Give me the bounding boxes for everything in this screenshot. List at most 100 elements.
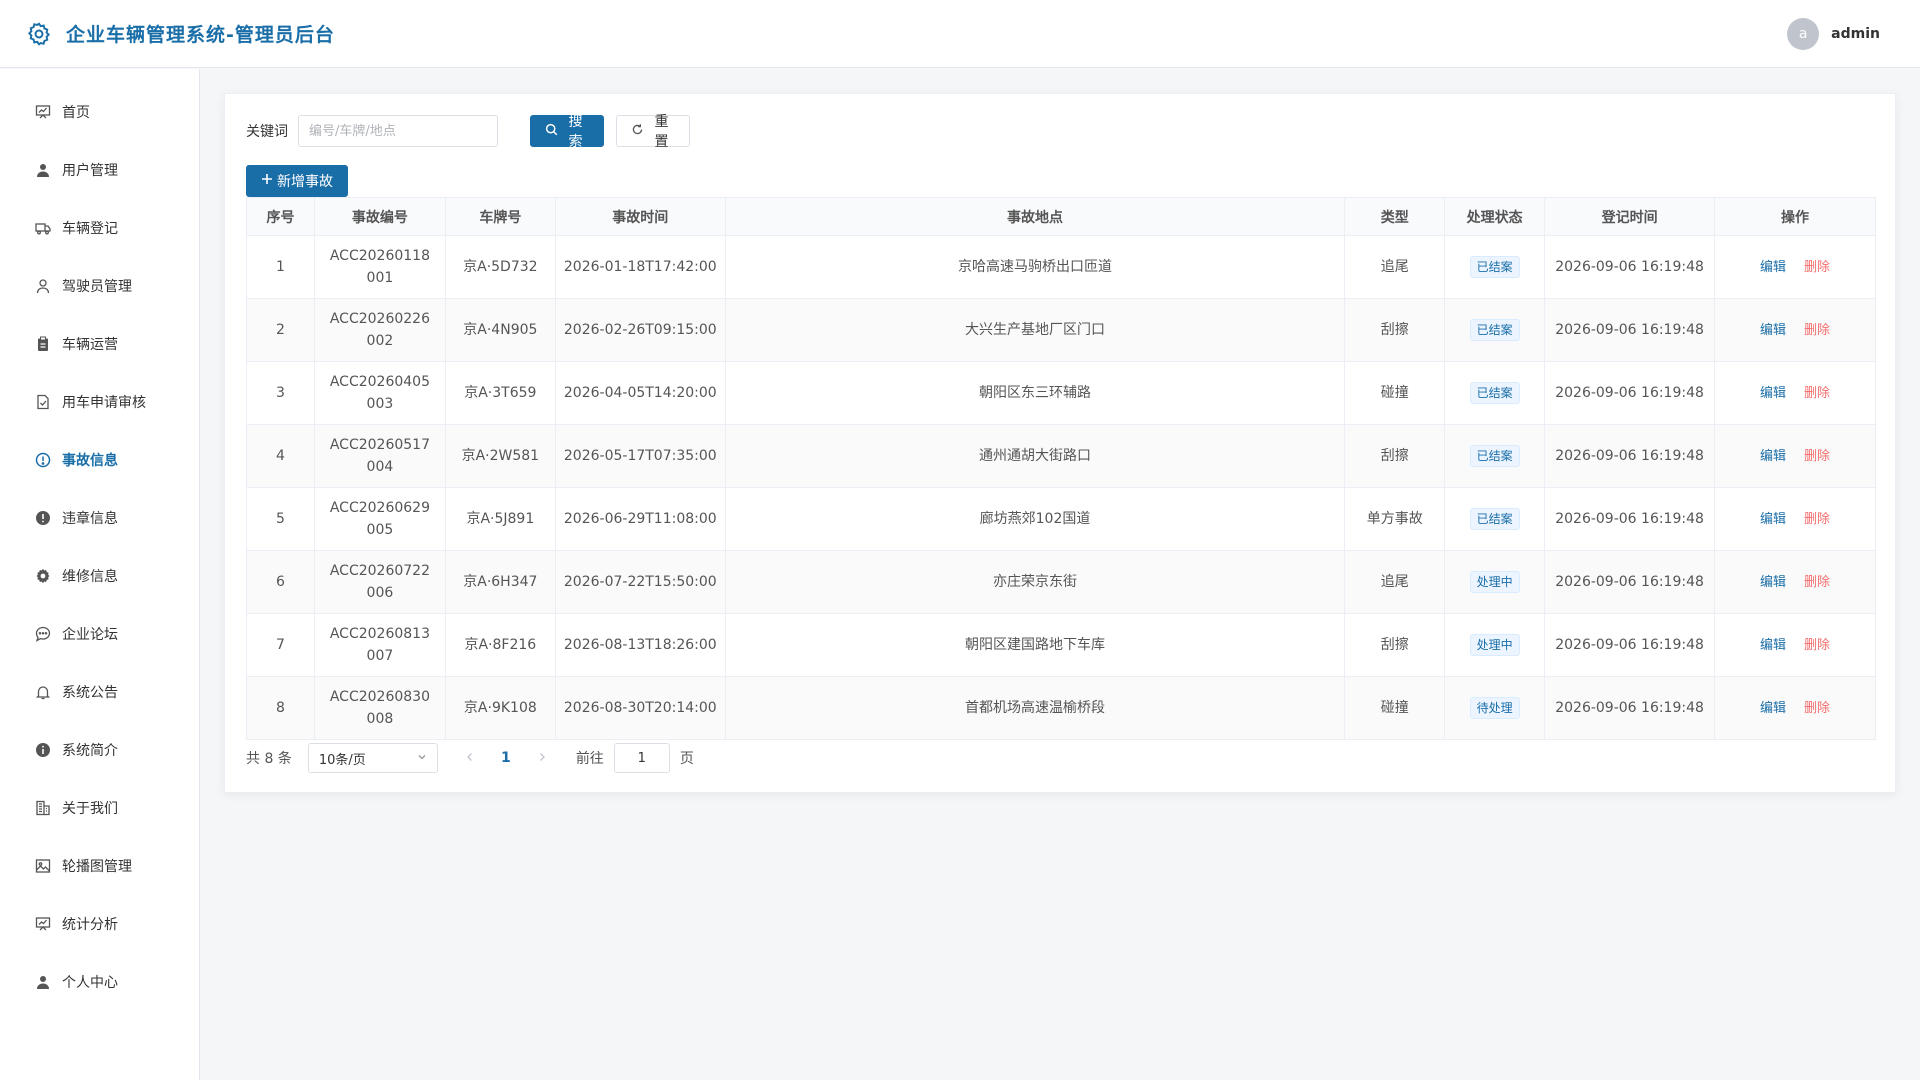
page-size-value: 10条/页 — [318, 752, 366, 768]
document-check-icon — [34, 393, 52, 411]
cell-type: 追尾 — [1344, 235, 1446, 299]
table-row: 3 ACC20260405003 京A·3T659 2026-04-05T14:20:… — [246, 361, 1876, 425]
sidebar-item[interactable]: 个人中心 — [0, 953, 199, 1011]
sidebar-item-label: 轮播图管理 — [62, 859, 132, 875]
cell-accident-code: ACC20260405003 — [313, 361, 446, 425]
delete-button[interactable]: 删除 — [1804, 701, 1830, 716]
reset-button[interactable]: 重置 — [616, 114, 690, 150]
cell-type: 碰撞 — [1344, 676, 1446, 740]
cell-location: 大兴生产基地厂区门口 — [724, 298, 1346, 362]
sidebar-item[interactable]: 系统简介 — [0, 721, 199, 779]
cell-location: 亦庄荣京东街 — [724, 550, 1346, 614]
cell-plate: 京A·5D732 — [444, 235, 556, 299]
keyword-input[interactable] — [298, 115, 498, 147]
sidebar-item[interactable]: 车辆登记 — [0, 199, 199, 257]
sidebar-item[interactable]: 事故信息 — [0, 431, 199, 489]
add-accident-button[interactable]: 新增事故 — [246, 165, 348, 197]
sidebar-item-label: 车辆运营 — [62, 337, 118, 353]
edit-button[interactable]: 编辑 — [1760, 386, 1786, 401]
cell-index: 7 — [246, 613, 315, 677]
cell-plate: 京A·5J891 — [444, 487, 556, 551]
cell-actions: 编辑 删除 — [1714, 424, 1876, 488]
sidebar-item-label: 首页 — [62, 105, 90, 121]
cell-index: 8 — [246, 676, 315, 740]
delete-button[interactable]: 删除 — [1804, 260, 1830, 275]
delete-button[interactable]: 删除 — [1804, 386, 1830, 401]
total-count: 共 8 条 — [246, 751, 292, 767]
next-page-button[interactable] — [530, 750, 554, 766]
edit-button[interactable]: 编辑 — [1760, 260, 1786, 275]
cell-accident-time: 2026-08-13T18:26:00 — [554, 613, 726, 677]
sidebar-item-label: 个人中心 — [62, 975, 118, 991]
bell-icon — [34, 683, 52, 701]
goto-page-input[interactable] — [613, 743, 670, 773]
edit-button[interactable]: 编辑 — [1760, 575, 1786, 590]
user-icon — [34, 161, 52, 179]
delete-button[interactable]: 删除 — [1804, 575, 1830, 590]
cell-accident-time: 2026-01-18T17:42:00 — [554, 235, 726, 299]
add-button-label: 新增事故 — [277, 174, 333, 190]
cell-index: 1 — [246, 235, 315, 299]
cell-type: 碰撞 — [1344, 361, 1446, 425]
avatar[interactable]: a — [1787, 17, 1820, 50]
column-header: 登记时间 — [1544, 197, 1716, 236]
cell-register-time: 2026-09-06 16:19:48 — [1544, 613, 1716, 677]
cell-type: 单方事故 — [1344, 487, 1446, 551]
sidebar-item[interactable]: 驾驶员管理 — [0, 257, 199, 315]
page-size-select[interactable]: 10条/页 — [307, 743, 438, 773]
sidebar-item[interactable]: 系统公告 — [0, 663, 199, 721]
sidebar-item[interactable]: 用车申请审核 — [0, 373, 199, 431]
status-badge: 处理中 — [1469, 571, 1520, 593]
sidebar-item-label: 驾驶员管理 — [62, 279, 132, 295]
table-row: 6 ACC20260722006 京A·6H347 2026-07-22T15:50:… — [246, 550, 1876, 614]
sidebar-item[interactable]: 首页 — [0, 83, 199, 141]
cell-location: 朝阳区建国路地下车库 — [724, 613, 1346, 677]
user-menu[interactable]: a admin — [1787, 17, 1896, 50]
column-header: 处理状态 — [1444, 197, 1546, 236]
column-header: 事故编号 — [313, 197, 446, 236]
status-badge: 已结案 — [1469, 508, 1520, 530]
sidebar-item[interactable]: 车辆运营 — [0, 315, 199, 373]
delete-button[interactable]: 删除 — [1804, 323, 1830, 338]
edit-button[interactable]: 编辑 — [1760, 323, 1786, 338]
picture-icon — [34, 857, 52, 875]
sidebar-item-label: 违章信息 — [62, 511, 118, 527]
cell-accident-time: 2026-07-22T15:50:00 — [554, 550, 726, 614]
cell-index: 2 — [246, 298, 315, 362]
cell-location: 京哈高速马驹桥出口匝道 — [724, 235, 1346, 299]
edit-button[interactable]: 编辑 — [1760, 701, 1786, 716]
sidebar-item[interactable]: 统计分析 — [0, 895, 199, 953]
search-button[interactable]: 搜索 — [530, 114, 604, 150]
chart-board-icon — [34, 103, 52, 121]
sidebar-item[interactable]: 关于我们 — [0, 779, 199, 837]
delete-button[interactable]: 删除 — [1804, 638, 1830, 653]
sidebar-item-label: 统计分析 — [62, 917, 118, 933]
delete-button[interactable]: 删除 — [1804, 512, 1830, 527]
username[interactable]: admin — [1831, 26, 1880, 42]
table-row: 5 ACC20260629005 京A·5J891 2026-06-29T11:08:… — [246, 487, 1876, 551]
sidebar-item[interactable]: 违章信息 — [0, 489, 199, 547]
chevron-left-icon — [466, 753, 472, 761]
cell-status: 已结案 — [1444, 487, 1546, 551]
cell-register-time: 2026-09-06 16:19:48 — [1544, 235, 1716, 299]
info-icon — [34, 741, 52, 759]
cell-plate: 京A·9K108 — [444, 676, 556, 740]
cell-status: 已结案 — [1444, 424, 1546, 488]
cell-actions: 编辑 删除 — [1714, 550, 1876, 614]
prev-page-button[interactable] — [458, 750, 482, 766]
sidebar-item[interactable]: 用户管理 — [0, 141, 199, 199]
delete-button[interactable]: 删除 — [1804, 449, 1830, 464]
sidebar-item[interactable]: 轮播图管理 — [0, 837, 199, 895]
cell-accident-code: ACC20260517004 — [313, 424, 446, 488]
edit-button[interactable]: 编辑 — [1760, 449, 1786, 464]
column-header: 事故地点 — [724, 197, 1346, 236]
sidebar-item[interactable]: 维修信息 — [0, 547, 199, 605]
cell-index: 5 — [246, 487, 315, 551]
edit-button[interactable]: 编辑 — [1760, 638, 1786, 653]
sidebar-item[interactable]: 企业论坛 — [0, 605, 199, 663]
cell-actions: 编辑 删除 — [1714, 298, 1876, 362]
cell-location: 通州通胡大街路口 — [724, 424, 1346, 488]
page-number[interactable]: 1 — [492, 750, 520, 766]
cell-type: 刮擦 — [1344, 298, 1446, 362]
edit-button[interactable]: 编辑 — [1760, 512, 1786, 527]
